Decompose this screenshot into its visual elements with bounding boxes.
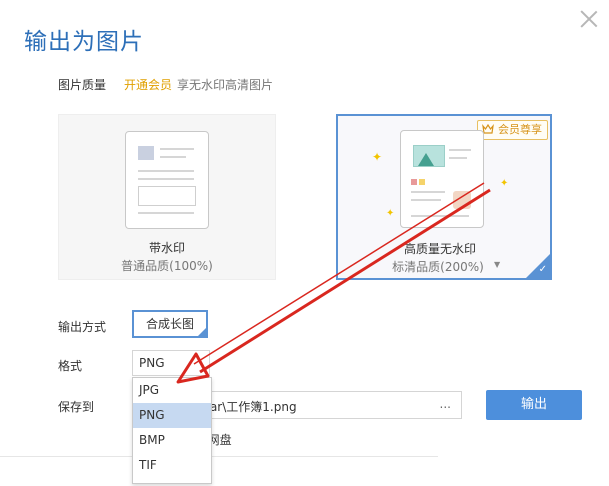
export-image-dialog: 输出为图片 图片质量 开通会员 享无水印高清图片 带水印 普通品质(100%) …	[0, 0, 609, 486]
annotation-arrow	[176, 182, 491, 384]
